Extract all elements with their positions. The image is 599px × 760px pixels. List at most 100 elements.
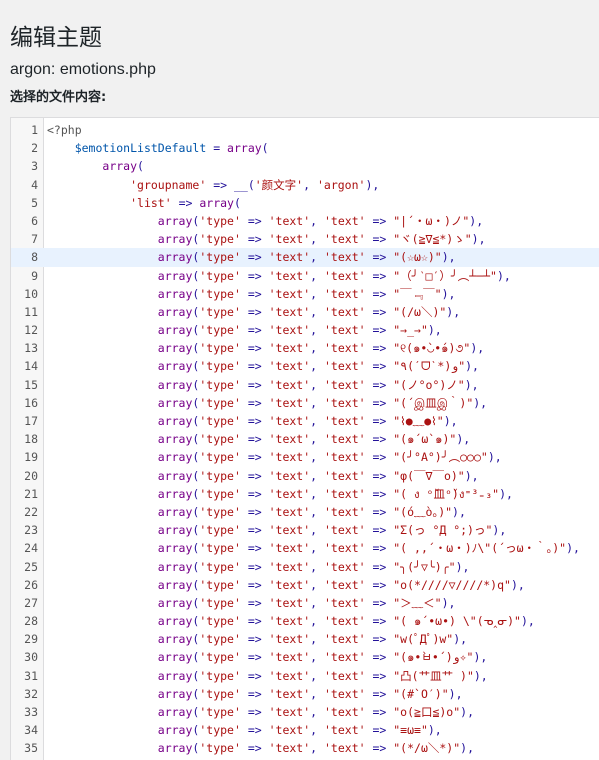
code-token: "(*/ω＼*)" [393, 741, 461, 756]
code-line[interactable]: 16 array('type' => 'text', 'text' => "(´… [11, 394, 599, 412]
code-token: array [157, 668, 193, 683]
code-line[interactable]: 4 'groupname' => __('颜文字', 'argon'), [11, 176, 599, 194]
code-line[interactable]: 23 array('type' => 'text', 'text' => "Σ(… [11, 521, 599, 539]
code-token: 'text' [268, 723, 311, 738]
code-token: "￣﹃￣" [393, 286, 442, 301]
code-line[interactable]: 26 array('type' => 'text', 'text' => "o(… [11, 576, 599, 594]
code-token: 'text' [268, 395, 311, 410]
code-token: "(ノ°ο°)ノ" [393, 377, 465, 392]
code-token: 'text' [324, 304, 366, 319]
code-line[interactable]: 1 <?php [11, 121, 599, 139]
code-token: 'type' [199, 286, 241, 301]
code-line[interactable]: 6 array('type' => 'text', 'text' => "|´・… [11, 212, 599, 230]
code-line[interactable]: 14 array('type' => 'text', 'text' => "٩(… [11, 357, 599, 375]
code-token: , [310, 395, 324, 410]
file-content-label: 选择的文件内容: [10, 90, 107, 105]
code-token: 'text' [268, 595, 311, 610]
code-token: array [157, 741, 193, 756]
code-token: , [310, 323, 324, 338]
code-line[interactable]: 30 array('type' => 'text', 'text' => "(๑… [11, 648, 599, 666]
line-number: 13 [24, 341, 38, 356]
code-line[interactable]: 27 array('type' => 'text', 'text' => "＞﹏… [11, 594, 599, 612]
code-token: ), [460, 705, 474, 719]
code-token: "≡ω≡" [393, 723, 428, 738]
code-token: array [157, 304, 193, 319]
code-token: ), [473, 650, 488, 665]
code-line[interactable]: 9 array('type' => 'text', 'text' => "（╯‵… [11, 267, 599, 285]
code-token: ), [456, 432, 471, 447]
code-token: <?php [47, 123, 82, 137]
line-number: 10 [24, 286, 38, 301]
code-text: array('type' => 'text', 'text' => "٩(ˊᗜˋ… [47, 357, 479, 375]
code-line[interactable]: 34 array('type' => 'text', 'text' => "≡ω… [11, 721, 599, 739]
code-token: "⌇●﹏●⌇" [393, 414, 444, 428]
code-token: ), [455, 559, 470, 574]
code-text: array('type' => 'text', 'text' => "(#`O′… [47, 685, 463, 703]
code-token: 'text' [324, 577, 366, 592]
code-line[interactable]: 25 array('type' => 'text', 'text' => "╮(… [11, 558, 599, 576]
line-number: 8 [11, 248, 38, 267]
code-text: 'list' => array( [47, 194, 241, 212]
line-number: 6 [31, 213, 38, 228]
code-token: ), [469, 213, 484, 228]
code-line[interactable]: 35 array('type' => 'text', 'text' => "(*… [11, 739, 599, 757]
code-text: array('type' => 'text', 'text' => "(/ω＼)… [47, 303, 460, 321]
code-line[interactable]: 32 array('type' => 'text', 'text' => "(#… [11, 685, 599, 703]
code-line[interactable]: 22 array('type' => 'text', 'text' => "(ó… [11, 503, 599, 521]
code-line[interactable]: 31 array('type' => 'text', 'text' => "凸(… [11, 667, 599, 685]
code-token: "(๑´ω`๑)" [393, 432, 457, 447]
code-token: 'text' [268, 359, 311, 374]
code-token: array [157, 250, 193, 265]
code-token: 'text' [268, 541, 311, 556]
code-line[interactable]: 3 array( [11, 157, 599, 175]
code-line[interactable]: 5 'list' => array( [11, 194, 599, 212]
code-token: 'text' [324, 323, 366, 338]
code-text: array( [47, 157, 144, 175]
code-token: 'argon' [316, 177, 366, 192]
code-text: array('type' => 'text', 'text' => "(*/ω＼… [47, 739, 474, 757]
code-line[interactable]: 7 array('type' => 'text', 'text' => "ヾ(≧… [11, 230, 599, 248]
code-line[interactable]: 12 array('type' => 'text', 'text' => "→_… [11, 321, 599, 339]
code-lines[interactable]: 1 <?php 2 $emotionListDefault = array(3 ar… [11, 121, 599, 758]
code-line[interactable]: 15 array('type' => 'text', 'text' => "(ノ… [11, 376, 599, 394]
code-token: 'text' [324, 359, 366, 374]
code-token: 'type' [199, 359, 241, 374]
code-line[interactable]: 8 array('type' => 'text', 'text' => "(☆ω… [11, 248, 599, 267]
code-token: 'text' [268, 414, 311, 428]
code-line[interactable]: 21 array('type' => 'text', 'text' => "( … [11, 485, 599, 503]
code-token: array [157, 723, 193, 738]
code-line[interactable]: 17 array('type' => 'text', 'text' => "⌇●… [11, 412, 599, 430]
code-token: => [365, 268, 394, 283]
code-line[interactable]: 19 array('type' => 'text', 'text' => "(╯… [11, 448, 599, 466]
code-text: <?php [47, 121, 82, 139]
code-line[interactable]: 20 array('type' => 'text', 'text' => "φ(… [11, 467, 599, 485]
code-token: ), [446, 304, 461, 319]
code-line[interactable]: 13 array('type' => 'text', 'text' => "୧(… [11, 339, 599, 357]
code-line[interactable]: 28 array('type' => 'text', 'text' => "( … [11, 612, 599, 630]
code-token: array [157, 359, 193, 374]
code-token: 'type' [199, 414, 241, 428]
code-line[interactable]: 33 array('type' => 'text', 'text' => "o(… [11, 703, 599, 721]
code-token: => [240, 450, 269, 465]
code-line[interactable]: 11 array('type' => 'text', 'text' => "(/… [11, 303, 599, 321]
code-line[interactable]: 10 array('type' => 'text', 'text' => "￣﹃… [11, 285, 599, 303]
code-line[interactable]: 18 array('type' => 'text', 'text' => "(๑… [11, 430, 599, 448]
code-line[interactable]: 24 array('type' => 'text', 'text' => "( … [11, 539, 599, 557]
code-token: 'text' [268, 341, 311, 356]
code-text: array('type' => 'text', 'text' => "＞﹏＜")… [47, 594, 456, 612]
code-line[interactable]: 2 $emotionListDefault = array( [11, 139, 599, 157]
code-editor[interactable]: 1 <?php 2 $emotionListDefault = array(3 ar… [10, 117, 599, 760]
code-token: 'text' [268, 577, 311, 592]
code-line[interactable]: 29 array('type' => 'text', 'text' => "w(… [11, 630, 599, 648]
code-token: array [157, 705, 193, 719]
code-token: ), [427, 723, 442, 738]
code-text: array('type' => 'text', 'text' => "╮(╯▽╰… [47, 558, 470, 576]
code-token: 'text' [324, 632, 366, 647]
